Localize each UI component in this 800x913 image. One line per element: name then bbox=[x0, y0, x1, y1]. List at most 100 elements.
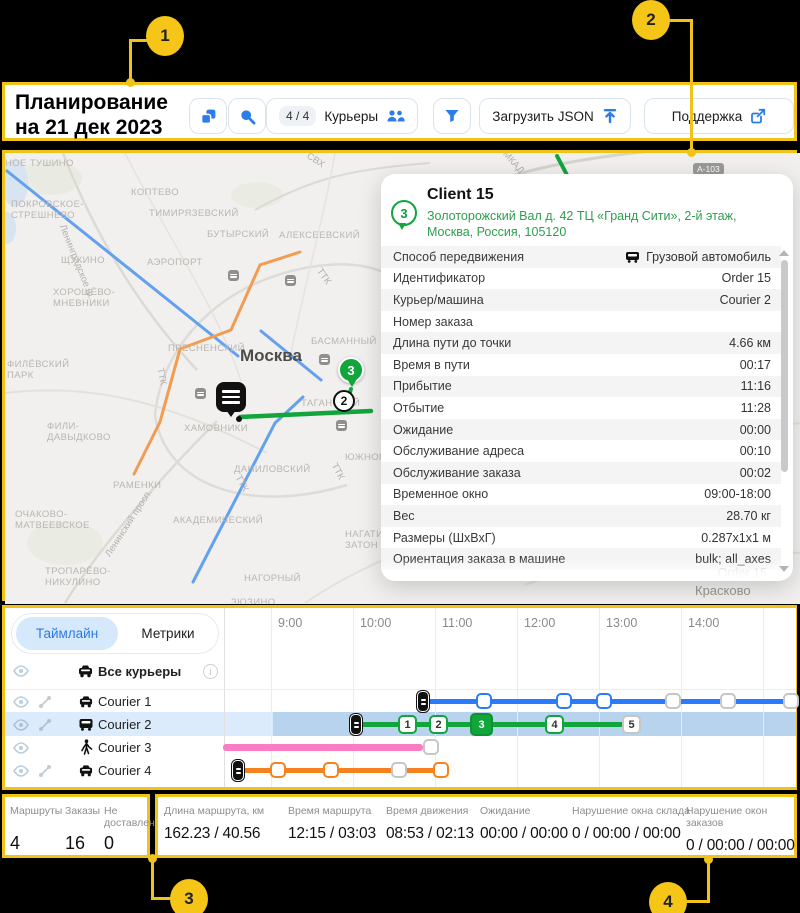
truck-icon bbox=[78, 717, 94, 731]
couriers-button[interactable]: 4 / 4 Курьеры bbox=[266, 98, 418, 134]
table-row: Курьер/машинаCourier 2 bbox=[381, 289, 781, 311]
timeline-depot-icon bbox=[232, 760, 244, 781]
map-label: КОПТЕВО bbox=[131, 187, 179, 198]
map-panel[interactable]: НОЕ ТУШИНО ПОКРОВСКОЕ- СТРЕШНЕВО КОПТЕВО… bbox=[2, 150, 797, 601]
column-divider bbox=[224, 608, 225, 787]
load-json-label: Загрузить JSON bbox=[492, 109, 593, 124]
order-popup: 3 Client 15 Золоторожский Вал д. 42 ТЦ «… bbox=[381, 174, 793, 581]
timeline-stop-4[interactable]: 4 bbox=[545, 715, 564, 734]
scroll-down-arrow[interactable] bbox=[779, 566, 789, 572]
timeline-stop[interactable] bbox=[596, 693, 612, 709]
car-icon bbox=[78, 763, 94, 777]
stat-orders: Заказы 16 bbox=[65, 805, 100, 854]
filter-icon bbox=[444, 108, 460, 124]
info-icon[interactable]: i bbox=[203, 664, 218, 679]
map-label: БАСМАННЫЙ bbox=[311, 336, 377, 347]
map-label: ДАНИЛОВСКИЙ bbox=[234, 464, 311, 475]
view-tabs: Таймлайн Метрики bbox=[11, 613, 219, 654]
hour-tick: 11:00 bbox=[442, 616, 472, 630]
popup-stop-marker: 3 bbox=[391, 200, 417, 226]
map-stop-marker-3[interactable]: 3 bbox=[338, 357, 364, 383]
all-couriers-label: Все курьеры bbox=[98, 664, 181, 679]
timeline-stop-5[interactable]: 5 bbox=[622, 715, 641, 734]
map-stop-marker-2[interactable]: 2 bbox=[333, 390, 355, 412]
timeline-stop[interactable] bbox=[270, 762, 286, 778]
stat-undelivered: Не доставлено 0 bbox=[104, 805, 150, 854]
callout-4: 4 bbox=[649, 882, 687, 913]
eye-icon[interactable] bbox=[13, 765, 29, 777]
hour-tick: 10:00 bbox=[360, 616, 391, 630]
map-label: ОЧАКОВО- МАТВЕЕВСКОЕ bbox=[15, 509, 90, 531]
timeline-body: 9:00 10:00 11:00 12:00 13:00 14:00 Таймл… bbox=[5, 608, 796, 787]
scroll-up-arrow[interactable] bbox=[779, 250, 789, 256]
map-label: НАГОРНЫЙ bbox=[244, 573, 301, 584]
table-row: Прибытие11:16 bbox=[381, 376, 781, 398]
map-label: БУТЫРСКИЙ bbox=[207, 229, 269, 240]
timeline-stop[interactable] bbox=[433, 762, 449, 778]
timeline-stop[interactable] bbox=[323, 762, 339, 778]
timeline-stop[interactable] bbox=[783, 693, 799, 709]
route-icon[interactable] bbox=[38, 718, 52, 732]
table-row: Ожидание00:00 bbox=[381, 419, 781, 441]
eye-icon[interactable] bbox=[13, 665, 29, 677]
courier-name[interactable]: Courier 3 bbox=[98, 740, 151, 755]
route-icon[interactable] bbox=[38, 764, 52, 778]
filter-button[interactable] bbox=[433, 98, 471, 134]
timeline-stop[interactable] bbox=[720, 693, 736, 709]
train-station-icon bbox=[195, 388, 206, 399]
eye-icon[interactable] bbox=[13, 696, 29, 708]
map-label: РАМЕНКИ bbox=[113, 480, 161, 491]
truck-icon bbox=[625, 251, 640, 263]
timeline-depot-icon bbox=[417, 691, 429, 712]
timeline-stop-1[interactable]: 1 bbox=[398, 715, 417, 734]
callout-4-connector bbox=[707, 858, 710, 903]
map-label: ПРЕСНЕНСКИЙ bbox=[168, 343, 245, 354]
map-label: АЭРОПОРТ bbox=[147, 257, 203, 268]
tab-timeline[interactable]: Таймлайн bbox=[16, 617, 118, 650]
depot-marker[interactable] bbox=[216, 382, 246, 412]
callout-2-anchor bbox=[687, 148, 696, 157]
tab-metrics[interactable]: Метрики bbox=[118, 626, 218, 641]
copy-icon bbox=[200, 108, 217, 125]
support-button[interactable]: Поддержка bbox=[644, 98, 794, 134]
car-icon bbox=[78, 694, 94, 708]
timeline-stop[interactable] bbox=[665, 693, 681, 709]
timeline-stop[interactable] bbox=[391, 762, 407, 778]
map-canvas[interactable]: НОЕ ТУШИНО ПОКРОВСКОЕ- СТРЕШНЕВО КОПТЕВО… bbox=[5, 153, 800, 604]
eye-icon[interactable] bbox=[13, 742, 29, 754]
header-panel: Планирование на 21 дек 2023 4 / 4 Курьер… bbox=[2, 82, 797, 141]
map-label: ФИЛЁВСКИЙ ПАРК bbox=[7, 359, 69, 381]
all-couriers-row[interactable]: Все курьеры i bbox=[5, 656, 224, 688]
timeline-stop[interactable] bbox=[423, 739, 439, 755]
eye-icon[interactable] bbox=[13, 719, 29, 731]
support-label: Поддержка bbox=[672, 109, 742, 124]
popup-scrollbar[interactable] bbox=[781, 260, 788, 472]
route-icon[interactable] bbox=[38, 695, 52, 709]
courier-name[interactable]: Courier 1 bbox=[98, 694, 151, 709]
callout-3-connector bbox=[151, 858, 154, 900]
search-button[interactable] bbox=[228, 98, 266, 134]
map-label: ЗЮЗИНО bbox=[231, 597, 276, 604]
stat-route-time: Время маршрута 12:15 / 03:03 bbox=[288, 805, 376, 843]
hour-tick: 14:00 bbox=[688, 616, 719, 630]
callout-4-anchor bbox=[704, 855, 713, 864]
timeline-stop[interactable] bbox=[476, 693, 492, 709]
copy-routes-button[interactable] bbox=[189, 98, 227, 134]
courier-name[interactable]: Courier 2 bbox=[98, 717, 151, 732]
timeline-stop[interactable] bbox=[556, 693, 572, 709]
timeline-stop-3-selected[interactable]: 3 bbox=[470, 713, 493, 736]
map-label: ТИМИРЯЗЕВСКИЙ bbox=[149, 208, 239, 219]
timeline-depot-icon bbox=[350, 714, 362, 735]
people-icon bbox=[386, 109, 405, 124]
load-json-button[interactable]: Загрузить JSON bbox=[479, 98, 631, 134]
pedestrian-icon bbox=[80, 739, 93, 755]
popup-address-link[interactable]: Золоторожский Вал д. 42 ТЦ «Гранд Сити»,… bbox=[427, 208, 767, 240]
train-station-icon bbox=[336, 420, 347, 431]
callout-2-connector bbox=[690, 19, 693, 152]
courier-name[interactable]: Courier 4 bbox=[98, 763, 151, 778]
map-label: АЛЕКСЕЕВСКИЙ bbox=[279, 230, 360, 241]
route-bar-courier3[interactable] bbox=[223, 744, 423, 751]
screenshot-root: Планирование на 21 дек 2023 4 / 4 Курьер… bbox=[0, 0, 800, 913]
stats-metrics-panel: Длина маршрута, км 162.23 / 40.56 Время … bbox=[155, 794, 797, 858]
timeline-stop-2[interactable]: 2 bbox=[429, 715, 448, 734]
